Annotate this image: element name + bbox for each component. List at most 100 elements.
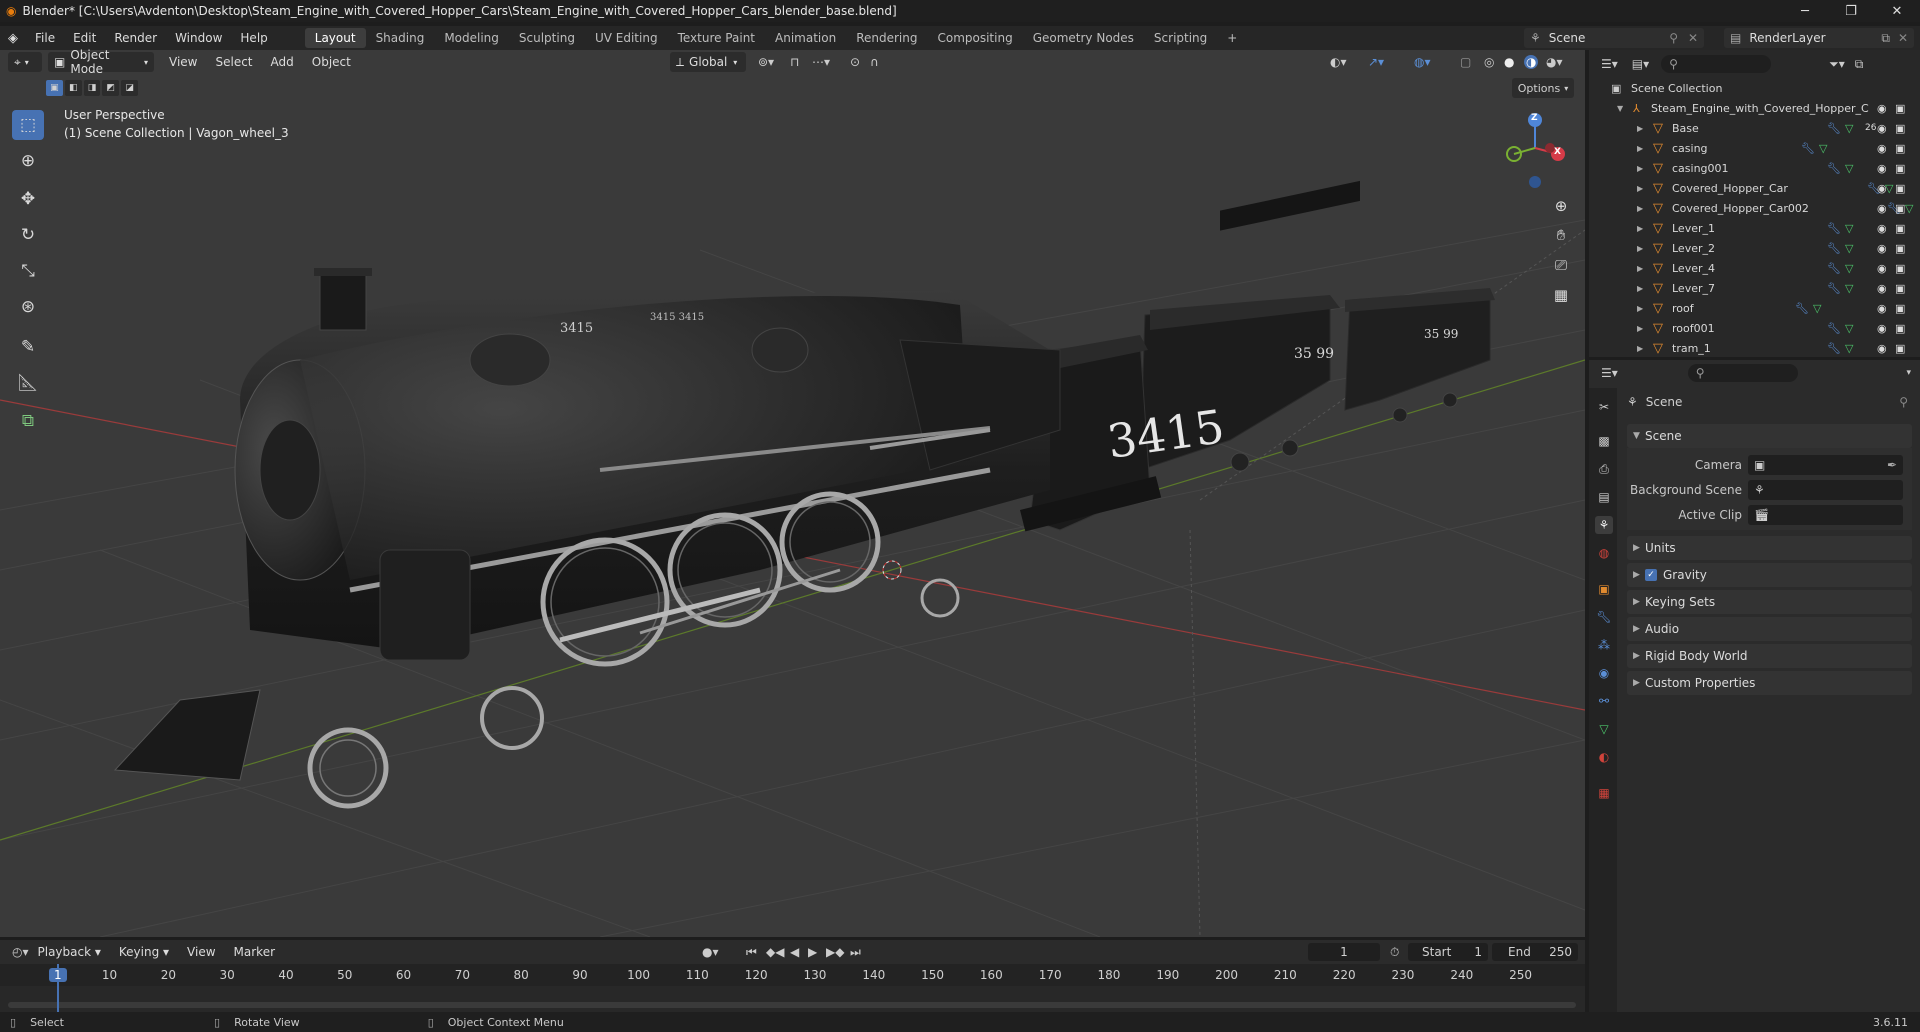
expand-icon[interactable]: ▶ <box>1637 224 1643 233</box>
pin-icon[interactable]: ⚲ <box>1899 395 1908 409</box>
eye-icon[interactable]: ◉ <box>1877 282 1887 295</box>
outliner-row-object[interactable]: ▶ ▽ Lever_2 🔧︎ ▽ ◉ ▣ <box>1589 238 1920 258</box>
3d-viewport[interactable]: 35 99 35 99 3415 3415 3415 3415 <box>0 50 1585 937</box>
play-icon[interactable]: ▶ <box>808 945 817 959</box>
current-frame-field[interactable]: 1 <box>1308 943 1380 961</box>
view-layer-tab[interactable]: ▤ <box>1595 488 1613 506</box>
keying-sets-panel[interactable]: ▶ Keying Sets <box>1627 590 1912 614</box>
constraints-tab[interactable]: ⚯ <box>1595 692 1613 710</box>
prev-keyframe-icon[interactable]: ◆◀ <box>766 945 784 959</box>
eye-icon[interactable]: ◉ <box>1877 162 1887 175</box>
maximize-button[interactable]: ❐ <box>1828 0 1874 22</box>
outliner-row-object[interactable]: ▶ ▽ roof001 🔧︎ ▽ ◉ ▣ <box>1589 318 1920 338</box>
modifier-icon[interactable]: 🔧︎ <box>1827 322 1841 335</box>
timeline-view-menu[interactable]: View <box>178 945 224 959</box>
camera-icon[interactable]: ▣ <box>1895 162 1905 175</box>
jump-start-icon[interactable]: ⏮ <box>746 945 757 960</box>
expand-icon[interactable]: ▶ <box>1637 264 1643 273</box>
viewport-menu-add[interactable]: Add <box>262 55 303 69</box>
eye-icon[interactable]: ◉ <box>1877 142 1887 155</box>
camera-icon[interactable]: ▣ <box>1895 282 1905 295</box>
gizmo-toggle-icon[interactable]: ↗▾ <box>1368 55 1384 69</box>
outliner-row-object[interactable]: ▶ ▽ Base 🔧︎ ▽ 26 ◉ ▣ <box>1589 118 1920 138</box>
record-icon[interactable]: ●▾ <box>702 945 719 959</box>
background-scene-field[interactable]: ⚘ <box>1748 480 1903 500</box>
options-button[interactable]: Options ▾ <box>1512 78 1574 98</box>
next-keyframe-icon[interactable]: ▶◆ <box>826 945 844 959</box>
camera-icon[interactable]: ▣ <box>1895 262 1905 275</box>
material-shading-icon[interactable]: ◑ <box>1524 55 1539 69</box>
expand-icon[interactable]: ▶ <box>1637 344 1643 353</box>
tab-scripting[interactable]: Scripting <box>1144 28 1217 48</box>
tab-uv-editing[interactable]: UV Editing <box>585 28 668 48</box>
tab-shading[interactable]: Shading <box>366 28 435 48</box>
camera-icon[interactable]: ▣ <box>1895 242 1905 255</box>
transform-tool[interactable]: ⊛ <box>12 292 44 322</box>
menu-help[interactable]: Help <box>231 31 276 45</box>
visibility-icon[interactable]: ◐▾ <box>1330 55 1347 69</box>
falloff-icon[interactable]: ∩ <box>870 55 879 69</box>
scene-panel-header[interactable]: ▼ Scene <box>1627 424 1912 448</box>
scene-tab[interactable]: ⚘ <box>1595 516 1613 534</box>
object-tab[interactable]: ▣ <box>1595 580 1613 598</box>
camera-icon[interactable]: ▣ <box>1895 142 1905 155</box>
mesh-data-icon[interactable]: ▽ <box>1845 222 1853 235</box>
solid-shading-icon[interactable]: ● <box>1504 55 1514 69</box>
snap-target-icon[interactable]: ⋯▾ <box>812 55 830 69</box>
camera-icon[interactable]: ▣ <box>1895 322 1905 335</box>
outliner-row-scene-collection[interactable]: ▣ Scene Collection <box>1589 78 1920 98</box>
playback-menu[interactable]: Playback ▾ <box>29 945 110 959</box>
eye-icon[interactable]: ◉ <box>1877 322 1887 335</box>
select-intersect-icon[interactable]: ◪ <box>121 80 138 96</box>
gravity-panel[interactable]: ▶ ✓ Gravity <box>1627 563 1912 587</box>
physics-tab[interactable]: ◉ <box>1595 664 1613 682</box>
modifier-icon[interactable]: 🔧︎ <box>1827 242 1841 255</box>
camera-icon[interactable]: ▣ <box>1895 122 1905 135</box>
outliner-row-object[interactable]: ▶ ▽ Lever_4 🔧︎ ▽ ◉ ▣ <box>1589 258 1920 278</box>
navigation-gizmo[interactable]: Z X <box>1500 108 1570 188</box>
move-tool[interactable]: ✥ <box>12 184 44 214</box>
pin-icon[interactable]: ⚲ <box>1669 31 1678 45</box>
eye-icon[interactable]: ◉ <box>1877 182 1887 195</box>
camera-icon[interactable]: ▣ <box>1895 302 1905 315</box>
filter-icon[interactable]: ⏷▾ <box>1829 57 1845 72</box>
modifier-icon[interactable]: 🔧︎ <box>1827 122 1841 135</box>
outliner-row-object[interactable]: ▶ ▽ roof 🔧︎ ▽ ◉ ▣ <box>1589 298 1920 318</box>
eye-icon[interactable]: ◉ <box>1877 302 1887 315</box>
display-mode-icon[interactable]: ▤▾ <box>1632 57 1649 71</box>
modifier-icon[interactable]: 🔧︎ <box>1827 222 1841 235</box>
properties-search-field[interactable]: ⚲ <box>1687 364 1798 382</box>
expand-icon[interactable]: ▶ <box>1637 144 1643 153</box>
scene-selector[interactable]: ⚘ Scene ⚲ ✕ <box>1524 28 1704 48</box>
menu-file[interactable]: File <box>26 31 64 45</box>
camera-view-button[interactable]: ⎚ <box>1548 252 1574 278</box>
mesh-data-icon[interactable]: ▽ <box>1845 122 1853 135</box>
select-box-tool[interactable]: ⬚ <box>12 110 44 140</box>
timeline-scrollbar[interactable] <box>8 1002 1576 1008</box>
modifier-tab[interactable]: 🔧︎ <box>1595 608 1613 626</box>
particles-tab[interactable]: ⁂ <box>1595 636 1613 654</box>
modifier-icon[interactable]: 🔧︎ <box>1827 282 1841 295</box>
menu-render[interactable]: Render <box>105 31 166 45</box>
preview-range-icon[interactable]: ⏱ <box>1390 945 1399 960</box>
expand-icon[interactable]: ▼ <box>1617 104 1623 113</box>
modifier-icon[interactable]: 🔧︎ <box>1827 262 1841 275</box>
expand-icon[interactable]: ▶ <box>1637 324 1643 333</box>
new-collection-icon[interactable]: ⧉ <box>1855 57 1864 72</box>
snap-icon[interactable]: ⊓ <box>790 55 799 69</box>
mesh-data-icon[interactable]: ▽ <box>1905 202 1913 215</box>
active-clip-field[interactable]: 🎬︎ <box>1748 505 1903 525</box>
select-new-icon[interactable]: ▣ <box>46 80 63 96</box>
cursor-tool[interactable]: ⊕ <box>12 146 44 176</box>
gravity-checkbox[interactable]: ✓ <box>1645 569 1657 581</box>
perspective-toggle-button[interactable]: ▦ <box>1548 282 1574 308</box>
expand-icon[interactable]: ▶ <box>1637 164 1643 173</box>
transform-orientation-selector[interactable]: ⟂ Global ▾ <box>670 52 746 72</box>
expand-icon[interactable]: ▶ <box>1637 304 1643 313</box>
wireframe-shading-icon[interactable]: ◎ <box>1484 55 1494 69</box>
eye-icon[interactable]: ◉ <box>1877 202 1887 215</box>
outliner-row-object[interactable]: ▶ ▽ Lever_7 🔧︎ ▽ ◉ ▣ <box>1589 278 1920 298</box>
eye-icon[interactable]: ◉ <box>1877 222 1887 235</box>
modifier-icon[interactable]: 🔧︎ <box>1827 342 1841 355</box>
jump-end-icon[interactable]: ⏭ <box>850 945 861 960</box>
